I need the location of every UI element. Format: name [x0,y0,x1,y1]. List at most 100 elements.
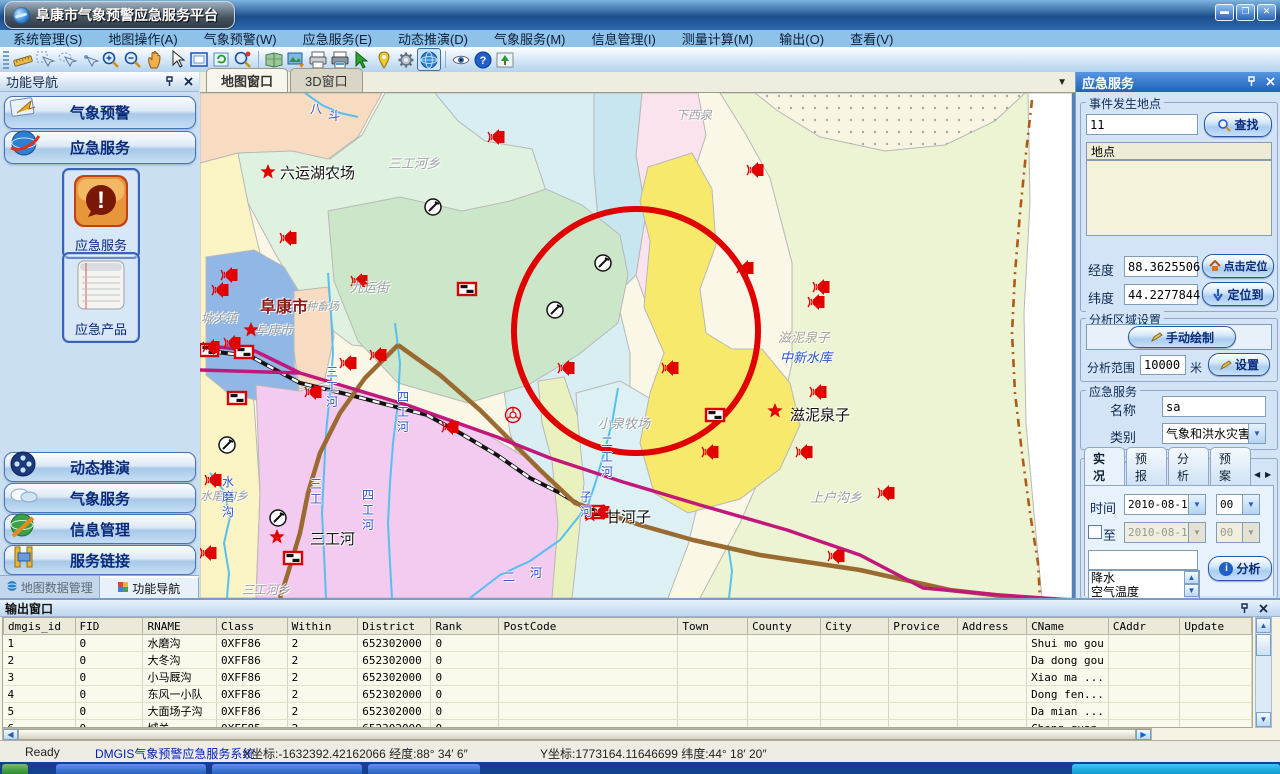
pick-arrow-icon[interactable] [351,49,373,70]
select-lasso-icon[interactable] [56,49,78,70]
scroll-up-icon[interactable]: ▲ [1184,571,1199,584]
scroll-left-icon[interactable]: ◀ [3,729,18,740]
element-listbox[interactable]: 降水空气温度 ▲ ▼ [1088,570,1200,600]
column-header-City[interactable]: City [821,618,889,635]
event-search-input[interactable]: 11 [1086,114,1198,135]
print-color-icon[interactable] [329,49,351,70]
longitude-input[interactable]: 88.3625506 [1124,256,1198,277]
nav-group-0[interactable]: 气象预警 [4,96,196,129]
menu-item-2[interactable]: 气象预警(W) [191,29,290,48]
table-row[interactable]: 20大冬沟0XFF8626523020000Da dong gou [4,652,1252,669]
table-vscrollbar[interactable]: ▲ ▼ [1255,617,1272,728]
element-item-1[interactable]: 空气温度 [1091,585,1199,599]
full-extent-icon[interactable] [188,49,210,70]
close-button[interactable]: ✕ [1257,4,1276,21]
pin-icon[interactable] [1245,75,1258,88]
click-locate-button[interactable]: 点击定位 [1202,254,1274,278]
element-item-0[interactable]: 降水 [1091,571,1199,585]
close-icon[interactable] [182,75,195,88]
map-tab-1[interactable]: 3D窗口 [290,68,363,92]
menu-item-9[interactable]: 查看(V) [837,29,906,48]
pan-hand-icon[interactable] [144,49,166,70]
analysis-tab-2[interactable]: 分析 [1168,447,1209,486]
column-header-dmgis_id[interactable]: dmgis_id [4,618,76,635]
menu-item-8[interactable]: 输出(O) [766,29,837,48]
map-canvas[interactable]: 六运湖农场三工河乡下西泉阜康市阜康市城关镇九运街种畜场滋泥泉子滋泥泉子中新水库小… [200,93,1075,598]
restore-button[interactable]: ❐ [1236,4,1255,21]
shortcut-emergency-service[interactable]: !应急服务 [62,168,140,259]
column-header-Update[interactable]: Update [1180,618,1252,635]
set-range-button[interactable]: 设置 [1208,353,1270,376]
menu-item-3[interactable]: 应急服务(E) [290,29,385,48]
column-header-CAddr[interactable]: CAddr [1108,618,1179,635]
to-checkbox[interactable] [1088,525,1102,539]
nav-group-bottom-2[interactable]: 信息管理 [4,514,196,544]
pointer-icon[interactable] [166,49,188,70]
column-header-Town[interactable]: Town [678,618,748,635]
analysis-tab-1[interactable]: 预报 [1126,447,1167,486]
table-row[interactable]: 30小马厩沟0XFF8626523020000Xiao ma ... [4,669,1252,686]
taskbar-item[interactable] [368,764,480,774]
select-point-icon[interactable] [78,49,100,70]
to-date-combo[interactable]: 2010-08-13▼ [1124,522,1206,543]
table-row[interactable]: 10水磨沟0XFF8626523020000Shui mo gou [4,635,1252,652]
table-row[interactable]: 50大面场子沟0XFF8626523020000Da mian ... [4,703,1252,720]
toolbar-grip[interactable] [3,51,9,69]
settings-gear-icon[interactable] [395,49,417,70]
taskbar-item[interactable] [212,764,362,774]
table-row[interactable]: 40东风一小队0XFF8626523020000Dong fen... [4,686,1252,703]
identify-icon[interactable] [232,49,254,70]
nav-tab-1[interactable]: 功能导航 [100,576,200,599]
print-icon[interactable] [307,49,329,70]
date-combo[interactable]: 2010-08-13▼ [1124,494,1206,515]
menu-item-0[interactable]: 系统管理(S) [0,29,95,48]
column-header-Rank[interactable]: Rank [431,618,499,635]
column-header-District[interactable]: District [358,618,431,635]
category-combo[interactable]: 气象和洪水灾害▼ [1162,423,1266,444]
zoom-out-icon[interactable] [122,49,144,70]
eye-icon[interactable] [450,49,472,70]
manual-draw-button[interactable]: 手动绘制 [1128,326,1236,348]
to-hour-combo[interactable]: 00▼ [1216,522,1260,543]
tab-scroll-right-icon[interactable]: ▶ [1265,470,1271,479]
export-image-icon[interactable] [285,49,307,70]
goto-button[interactable]: 定位到 [1202,282,1274,306]
select-box-icon[interactable] [34,49,56,70]
nav-group-bottom-1[interactable]: 气象服务 [4,483,196,513]
menu-item-4[interactable]: 动态推演(D) [385,29,481,48]
column-header-Class[interactable]: Class [216,618,287,635]
start-button-fragment[interactable] [2,764,28,774]
nav-group-bottom-3[interactable]: 服务链接 [4,545,196,575]
table-row[interactable]: 60城关0XFF8526523020000Cheng guan [4,720,1252,729]
column-header-CName[interactable]: CName [1027,618,1109,635]
menu-item-5[interactable]: 气象服务(M) [481,29,579,48]
hour-combo[interactable]: 00▼ [1216,494,1260,515]
column-header-Within[interactable]: Within [287,618,358,635]
nav-group-1[interactable]: 应急服务 [4,131,196,164]
measure-icon[interactable] [12,49,34,70]
column-header-PostCode[interactable]: PostCode [499,618,678,635]
close-icon[interactable] [1264,75,1277,88]
hscroll-thumb[interactable] [18,729,1136,740]
tab-list-dropdown-icon[interactable]: ▼ [1057,77,1067,88]
service-name-input[interactable]: sa [1162,396,1266,417]
layers-icon[interactable] [263,49,285,70]
minimize-button[interactable]: ▬ [1215,4,1234,21]
column-header-Address[interactable]: Address [958,618,1027,635]
tab-scroll-left-icon[interactable]: ◀ [1254,470,1260,479]
range-input[interactable]: 10000 [1140,355,1186,375]
scroll-down-icon[interactable]: ▼ [1256,712,1271,727]
latitude-input[interactable]: 44.2277844 [1124,284,1198,305]
scroll-right-icon[interactable]: ▶ [1136,729,1151,740]
scroll-up-icon[interactable]: ▲ [1256,618,1271,633]
find-button[interactable]: 查找 [1204,112,1272,137]
analyze-button[interactable]: i 分析 [1208,556,1272,581]
taskbar-item[interactable] [56,764,206,774]
scroll-down-icon[interactable]: ▼ [1184,584,1199,597]
scene-icon[interactable] [494,49,516,70]
refresh-icon[interactable] [210,49,232,70]
analysis-tab-3[interactable]: 预案 [1210,447,1251,486]
element-filter-box[interactable] [1088,550,1198,570]
nav-group-bottom-0[interactable]: 动态推演 [4,452,196,482]
menu-item-1[interactable]: 地图操作(A) [95,29,190,48]
